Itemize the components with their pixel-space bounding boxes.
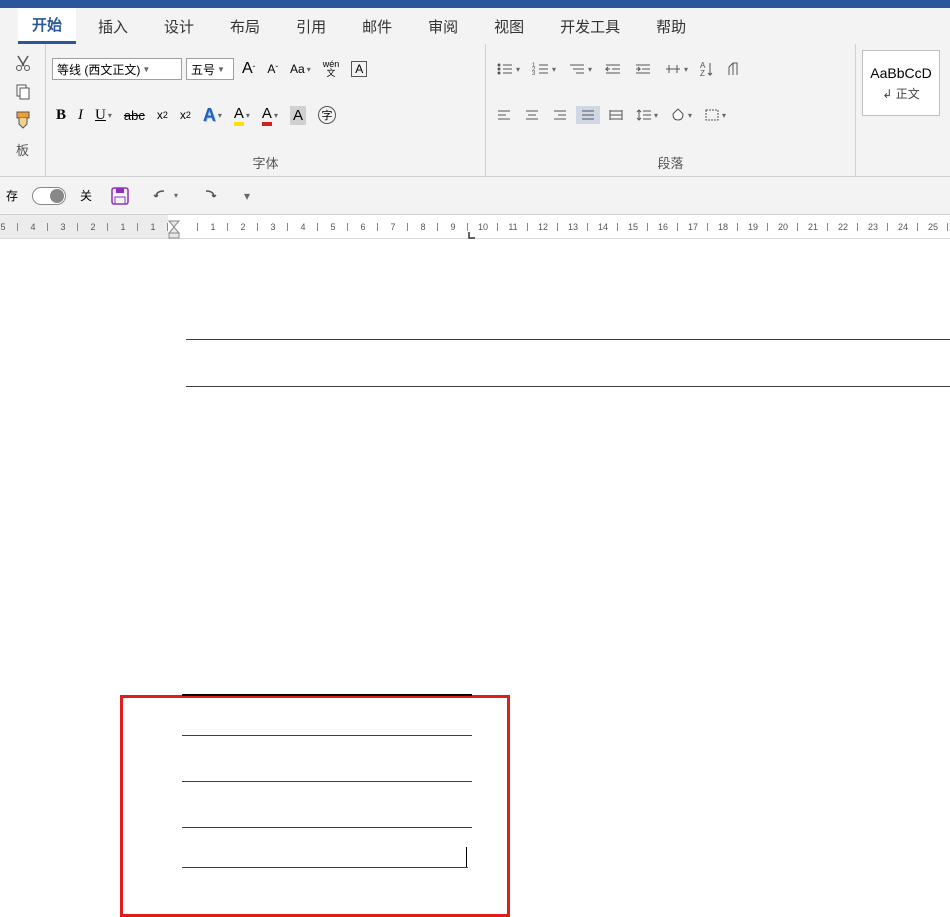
borders-button[interactable]: ▾ — [700, 106, 730, 124]
distribute-button[interactable] — [604, 106, 628, 124]
content-line — [182, 827, 472, 828]
numbering-button[interactable]: 123▾ — [528, 60, 560, 78]
strikethrough-button[interactable]: abc — [120, 106, 149, 125]
save-button[interactable] — [106, 184, 134, 208]
paragraph-group-label: 段落 — [492, 149, 849, 172]
tab-home[interactable]: 开始 — [18, 8, 76, 44]
align-right-button[interactable] — [548, 106, 572, 124]
content-line — [182, 867, 468, 868]
phonetic-guide-button[interactable]: wén文 — [319, 58, 344, 80]
align-center-button[interactable] — [520, 106, 544, 124]
font-color-button[interactable]: A▾ — [258, 103, 282, 128]
font-size-combo[interactable]: 五号▼ — [186, 58, 234, 80]
decrease-indent-button[interactable] — [600, 60, 626, 78]
bullets-button[interactable]: ▾ — [492, 60, 524, 78]
document-area[interactable] — [0, 239, 950, 799]
annotation-box — [120, 695, 510, 917]
line-spacing-button[interactable]: ▾ — [632, 106, 662, 124]
cut-icon[interactable] — [10, 54, 35, 72]
shrink-font-button[interactable]: Aˇ — [263, 60, 282, 78]
ribbon-tabs: 开始 插入 设计 布局 引用 邮件 审阅 视图 开发工具 帮助 — [0, 8, 950, 44]
qat-customize-button[interactable]: ▾ — [238, 187, 254, 205]
sort-button[interactable]: AZ — [696, 59, 718, 79]
paragraph-group: ▾ 123▾ ▾ ▾ AZ ▾ ▾ ▾ 段落 — [486, 44, 856, 176]
horizontal-ruler[interactable]: 543211 123456789101112131415161718192021… — [0, 215, 950, 239]
multilevel-button[interactable]: ▾ — [564, 60, 596, 78]
autosave-toggle[interactable] — [32, 187, 66, 205]
superscript-button[interactable]: x2 — [176, 106, 195, 124]
highlight-button[interactable]: A▾ — [230, 103, 254, 128]
tab-design[interactable]: 设计 — [150, 10, 208, 43]
tab-review[interactable]: 审阅 — [414, 10, 472, 43]
char-border-button[interactable]: A — [347, 59, 371, 79]
font-name-combo[interactable]: 等线 (西文正文)▼ — [52, 58, 182, 80]
tab-mailings[interactable]: 邮件 — [348, 10, 406, 43]
styles-group: AaBbCcD ↲ 正文 — [856, 44, 950, 176]
redo-button[interactable] — [196, 185, 224, 207]
copy-icon[interactable] — [10, 82, 35, 100]
underline-button[interactable]: U▾ — [91, 105, 116, 126]
content-line — [182, 735, 472, 736]
content-line — [182, 694, 472, 696]
tab-references[interactable]: 引用 — [282, 10, 340, 43]
char-shading-button[interactable]: A — [286, 104, 310, 127]
bold-button[interactable]: B — [52, 105, 70, 126]
quick-access-toolbar: 存 关 ▾ ▾ — [0, 177, 950, 215]
undo-button[interactable]: ▾ — [148, 185, 182, 207]
justify-button[interactable] — [576, 106, 600, 124]
tab-layout[interactable]: 布局 — [216, 10, 274, 43]
font-group-label: 字体 — [52, 149, 479, 172]
content-line — [186, 339, 950, 340]
align-left-button[interactable] — [492, 106, 516, 124]
title-bar — [0, 0, 950, 8]
italic-button[interactable]: I — [74, 105, 87, 126]
svg-text:3: 3 — [532, 71, 536, 76]
text-cursor — [466, 847, 467, 867]
clipboard-group: 板 — [0, 44, 46, 176]
ribbon: 板 等线 (西文正文)▼ 五号▼ Aˆ Aˇ Aa▾ wén文 A B I U▾… — [0, 44, 950, 177]
tab-developer[interactable]: 开发工具 — [546, 10, 634, 43]
font-group: 等线 (西文正文)▼ 五号▼ Aˆ Aˇ Aa▾ wén文 A B I U▾ a… — [46, 44, 486, 176]
grow-font-button[interactable]: Aˆ — [238, 58, 259, 80]
tab-stop-icon — [468, 231, 476, 239]
shading-button[interactable]: ▾ — [666, 105, 696, 125]
autosave-label: 存 — [6, 187, 18, 204]
asian-layout-button[interactable]: ▾ — [660, 60, 692, 78]
show-marks-button[interactable] — [722, 59, 744, 79]
tab-help[interactable]: 帮助 — [642, 10, 700, 43]
increase-indent-button[interactable] — [630, 60, 656, 78]
indent-marker-icon[interactable] — [168, 215, 180, 239]
tab-insert[interactable]: 插入 — [84, 10, 142, 43]
clipboard-label: 板 — [6, 136, 39, 159]
enclose-char-button[interactable]: 字 — [314, 104, 340, 126]
style-preview: AaBbCcD — [870, 65, 931, 81]
content-line — [186, 386, 950, 387]
tab-view[interactable]: 视图 — [480, 10, 538, 43]
page — [168, 239, 950, 387]
content-line — [182, 781, 472, 782]
autosave-state: 关 — [80, 187, 92, 204]
subscript-button[interactable]: x2 — [153, 106, 172, 124]
text-effects-button[interactable]: A▾ — [199, 103, 226, 128]
change-case-button[interactable]: Aa▾ — [286, 60, 315, 78]
format-painter-icon[interactable] — [10, 110, 35, 130]
style-normal[interactable]: AaBbCcD ↲ 正文 — [862, 50, 940, 116]
style-name: ↲ 正文 — [882, 85, 919, 102]
svg-text:Z: Z — [700, 69, 705, 77]
